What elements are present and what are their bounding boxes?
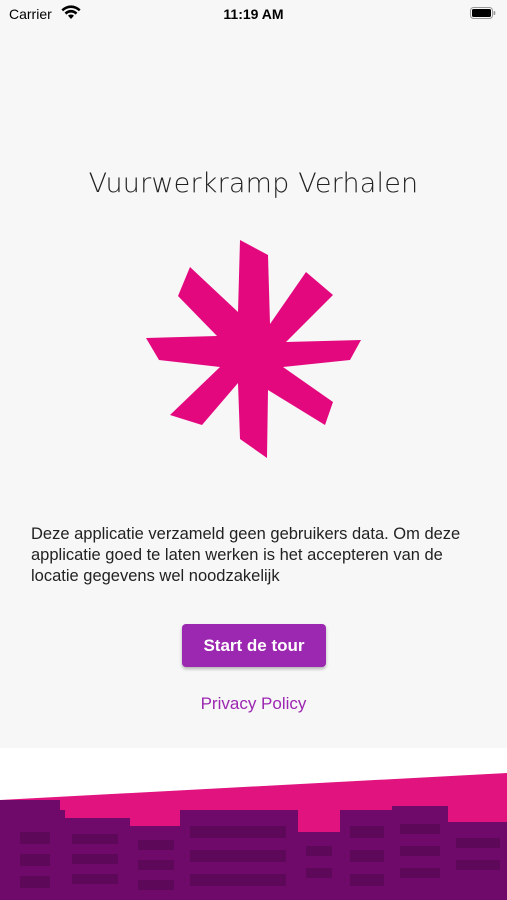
asterisk-star-logo	[146, 240, 361, 458]
status-bar: Carrier 11:19 AM	[0, 0, 507, 28]
screen: Carrier 11:19 AM Vuurwerkramp Verhalen D…	[0, 0, 507, 900]
battery-icon	[470, 7, 496, 19]
clock: 11:19 AM	[223, 6, 284, 22]
privacy-notice-text: Deze applicatie verzameld geen gebruiker…	[31, 525, 461, 585]
city-skyline-illustration	[0, 773, 507, 900]
privacy-policy-link[interactable]: Privacy Policy	[0, 694, 507, 714]
start-tour-button[interactable]: Start de tour	[182, 624, 326, 667]
app-title: Vuurwerkramp Verhalen	[88, 168, 419, 199]
